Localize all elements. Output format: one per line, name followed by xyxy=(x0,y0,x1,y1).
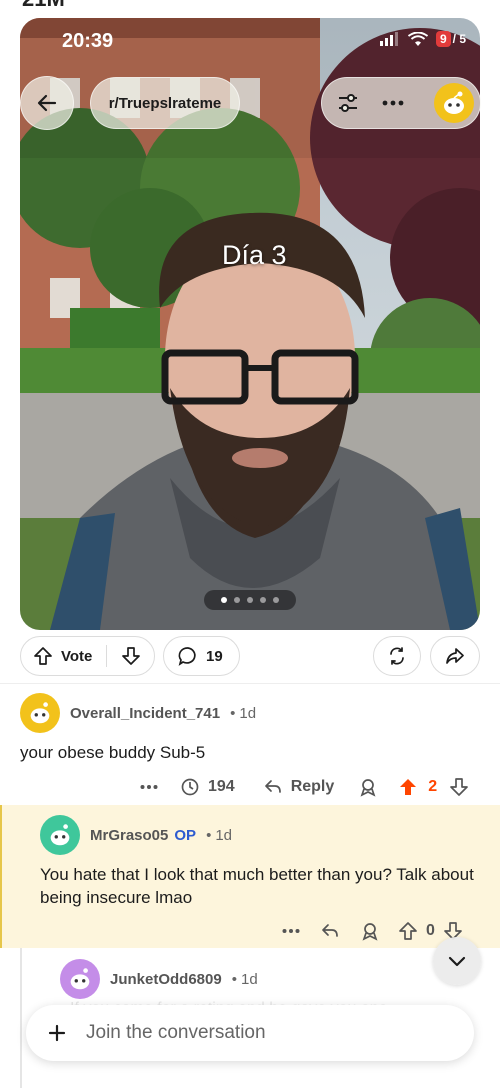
vote-control: Vote xyxy=(20,636,155,676)
carousel-indicator[interactable] xyxy=(204,590,296,610)
award-icon[interactable] xyxy=(358,777,378,797)
thread-line xyxy=(20,948,22,1088)
comment-body: You hate that I look that much better th… xyxy=(40,865,474,907)
carousel-dot xyxy=(260,597,266,603)
image-overlay-text: Día 3 xyxy=(222,240,287,270)
more-options-icon[interactable] xyxy=(140,784,158,790)
plus-icon[interactable] xyxy=(48,1024,66,1042)
status-icons: 9 / 5 xyxy=(379,31,466,47)
comment-header: Overall_Incident_741 • 1d xyxy=(20,693,480,733)
wifi-icon xyxy=(407,31,428,46)
comment-author[interactable]: Overall_Incident_741 xyxy=(70,705,220,722)
reply-arrow-icon[interactable] xyxy=(263,777,283,797)
commenter-avatar[interactable] xyxy=(20,693,60,733)
upvote-active-icon[interactable] xyxy=(398,777,418,797)
comment-composer[interactable]: Join the conversation xyxy=(26,1005,474,1061)
share-icon xyxy=(446,648,464,664)
comment-score: 2 xyxy=(428,778,438,795)
views-clock-icon xyxy=(181,778,199,796)
comment-action-row: 194 Reply 2 xyxy=(140,775,485,799)
carousel-dot xyxy=(247,597,253,603)
carousel-dot xyxy=(221,597,227,603)
snoo-avatar-icon xyxy=(70,968,90,990)
composer-placeholder: Join the conversation xyxy=(86,1022,266,1043)
comment-age: 1d xyxy=(239,704,257,722)
crosspost-button[interactable] xyxy=(373,636,421,676)
downvote-icon[interactable] xyxy=(449,777,469,797)
comment-header: MrGraso05 OP • 1d xyxy=(40,815,480,855)
comments-button[interactable]: 19 xyxy=(163,636,240,676)
comment-item: Overall_Incident_741 • 1d your obese bud… xyxy=(20,693,480,764)
carousel-dot xyxy=(273,597,279,603)
commenter-avatar[interactable] xyxy=(60,959,100,999)
reply-arrow-icon[interactable] xyxy=(320,921,340,941)
comment-item: JunketOdd6809 • 1d xyxy=(60,959,440,999)
commenter-avatar[interactable] xyxy=(40,815,80,855)
vote-divider xyxy=(106,645,108,667)
reply-label[interactable]: Reply xyxy=(291,778,335,796)
more-options-icon[interactable] xyxy=(282,928,300,934)
upvote-icon[interactable] xyxy=(398,921,418,941)
more-options-icon[interactable] xyxy=(382,100,404,106)
snoo-avatar-icon xyxy=(444,91,464,114)
arrow-left-icon xyxy=(37,94,57,112)
op-badge: OP xyxy=(174,826,197,844)
upvote-icon[interactable] xyxy=(33,646,53,666)
downvote-icon[interactable] xyxy=(121,646,141,666)
comment-body: your obese buddy Sub-5 xyxy=(20,743,206,762)
comment-age: 1d xyxy=(215,826,233,844)
comment-count: 19 xyxy=(206,647,223,665)
view-count: 194 xyxy=(208,778,235,795)
partial-text-top: 21M xyxy=(22,0,65,12)
comment-age: 1d xyxy=(240,970,258,988)
comment-author[interactable]: MrGraso05 xyxy=(90,827,168,844)
award-icon[interactable] xyxy=(360,921,380,941)
snoo-avatar-icon xyxy=(50,824,70,846)
comment-bubble-icon xyxy=(178,647,196,666)
back-button[interactable] xyxy=(20,76,74,130)
battery-indicator: 9 / 5 xyxy=(435,31,466,47)
filter-sliders-icon[interactable] xyxy=(336,91,360,115)
comment-header: JunketOdd6809 • 1d xyxy=(60,959,440,999)
comment-score: 0 xyxy=(426,922,435,939)
share-button[interactable] xyxy=(430,636,480,676)
snoo-avatar-icon xyxy=(30,702,50,724)
battery-level: 9 xyxy=(435,31,451,47)
comment-author[interactable]: JunketOdd6809 xyxy=(110,971,222,988)
vote-label: Vote xyxy=(61,647,93,665)
comment-separator: • xyxy=(230,704,236,722)
carousel-dot xyxy=(234,597,240,603)
comment-separator: • xyxy=(206,826,212,844)
scroll-down-button[interactable] xyxy=(433,937,481,985)
comment-separator: • xyxy=(231,970,237,988)
post-action-bar: Vote 19 xyxy=(20,636,480,676)
signal-icon xyxy=(379,32,398,46)
post-detail-screen: 21M xyxy=(0,0,500,1088)
status-time: 20:39 xyxy=(62,30,114,52)
user-avatar[interactable] xyxy=(434,83,474,123)
subreddit-link[interactable]: r/Truepslrateme xyxy=(90,77,240,129)
comment-item: MrGraso05 OP • 1d You hate that I look t… xyxy=(40,815,480,909)
section-divider xyxy=(0,683,500,684)
header-actions xyxy=(321,77,481,129)
crosspost-icon xyxy=(390,647,404,665)
battery-suffix: / 5 xyxy=(452,32,466,46)
chevron-down-icon xyxy=(448,956,466,967)
